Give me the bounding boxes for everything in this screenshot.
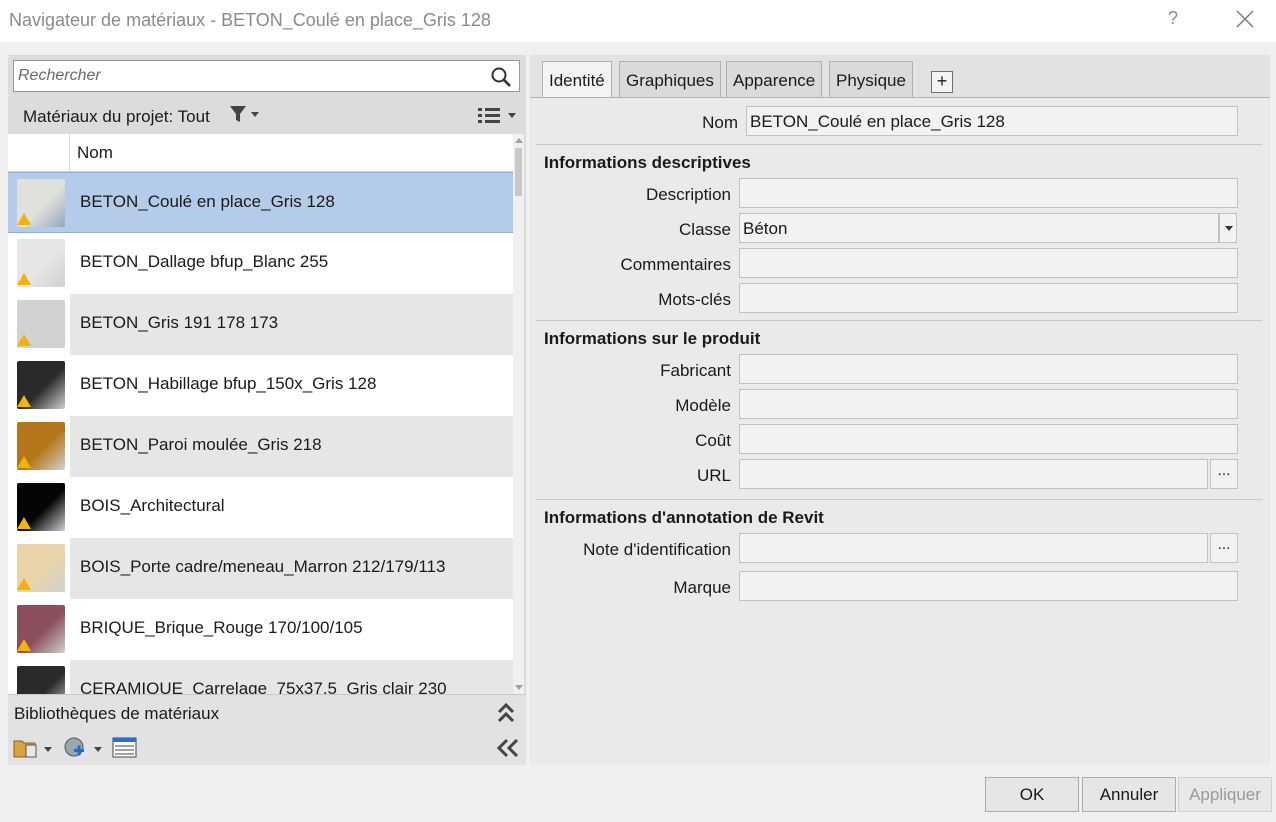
tab-apparence[interactable]: Apparence: [726, 61, 823, 97]
list-item[interactable]: BETON_Gris 191 178 173: [8, 294, 513, 355]
warning-icon: [17, 334, 31, 346]
cost-field[interactable]: [739, 424, 1238, 454]
scroll-down-icon[interactable]: [515, 685, 523, 690]
warning-icon: [17, 578, 31, 590]
list-item[interactable]: BETON_Coulé en place_Gris 128: [8, 172, 513, 233]
close-icon[interactable]: [1234, 4, 1256, 34]
search-placeholder: Rechercher: [18, 67, 101, 84]
materials-list: Nom BETON_Coulé en place_Gris 128 BETON_D…: [8, 134, 524, 694]
list-item[interactable]: BETON_Paroi moulée_Gris 218: [8, 416, 513, 477]
list-item[interactable]: BRIQUE_Brique_Rouge 170/100/105: [8, 599, 513, 660]
list-item[interactable]: BOIS_Architectural: [8, 477, 513, 538]
product-section-title: Informations sur le produit: [544, 329, 761, 348]
project-materials-label: Matériaux du projet: Tout: [23, 107, 210, 126]
tab-physique[interactable]: Physique: [829, 61, 913, 97]
add-material-icon[interactable]: [63, 736, 105, 765]
warning-icon: [17, 517, 31, 529]
search-icon[interactable]: [489, 65, 513, 89]
editor-panel-icon[interactable]: [112, 736, 138, 765]
description-label: Description: [645, 185, 731, 204]
scrollbar-thumb[interactable]: [515, 148, 522, 196]
editor-panel: Identité Graphiques Apparence Physique +…: [530, 55, 1270, 765]
url-field[interactable]: [739, 459, 1208, 489]
help-button[interactable]: ?: [1168, 8, 1178, 29]
divider: [536, 144, 1262, 145]
keywords-field[interactable]: [739, 283, 1238, 313]
list-item[interactable]: CERAMIQUE_Carrelage_75x37.5_Gris clair 2…: [8, 660, 513, 694]
warning-icon: [17, 456, 31, 468]
mark-label: Marque: [673, 578, 731, 597]
keynote-label: Note d'identification: [583, 540, 731, 559]
material-thumbnail: [17, 666, 65, 694]
material-name: BOIS_Architectural: [80, 496, 225, 515]
column-separator: [69, 134, 70, 172]
library-toolbar: [8, 730, 526, 765]
cancel-button[interactable]: Annuler: [1082, 777, 1176, 812]
apply-button[interactable]: Appliquer: [1178, 777, 1272, 812]
model-label: Modèle: [675, 396, 731, 415]
url-browse-button[interactable]: ...: [1210, 459, 1238, 489]
model-field[interactable]: [739, 389, 1238, 419]
keynote-browse-button[interactable]: ...: [1210, 533, 1238, 563]
ok-button[interactable]: OK: [985, 777, 1079, 812]
material-name: BETON_Dallage bfup_Blanc 255: [80, 252, 329, 271]
class-label: Classe: [679, 220, 731, 239]
list-item[interactable]: BOIS_Porte cadre/meneau_Marron 212/179/1…: [8, 538, 513, 599]
annotation-section-title: Informations d'annotation de Revit: [544, 508, 824, 527]
divider: [536, 499, 1262, 500]
comments-field[interactable]: [739, 248, 1238, 278]
library-bar: Bibliothèques de matériaux: [8, 694, 526, 730]
list-item[interactable]: BETON_Dallage bfup_Blanc 255: [8, 233, 513, 294]
add-tab-button[interactable]: +: [931, 71, 953, 93]
tab-graphiques[interactable]: Graphiques: [619, 61, 721, 97]
material-name: BETON_Paroi moulée_Gris 218: [80, 435, 322, 454]
list-rows: BETON_Coulé en place_Gris 128 BETON_Dalla…: [8, 172, 513, 694]
material-name: BETON_Coulé en place_Gris 128: [80, 192, 335, 211]
description-field[interactable]: [739, 178, 1238, 208]
identity-form: Nom BETON_Coulé en place_Gris 128 Inform…: [530, 97, 1270, 765]
material-name: BRIQUE_Brique_Rouge 170/100/105: [80, 618, 363, 637]
comments-label: Commentaires: [620, 255, 731, 274]
window-title: Navigateur de matériaux - BETON_Coulé en…: [9, 10, 491, 30]
materials-panel: Rechercher Matériaux du projet: Tout Nom…: [8, 55, 526, 765]
name-column-header[interactable]: Nom: [77, 143, 113, 163]
url-label: URL: [696, 466, 731, 485]
chevron-down-icon[interactable]: [1219, 213, 1237, 243]
list-scrollbar[interactable]: [513, 134, 524, 694]
filter-icon[interactable]: [229, 105, 265, 130]
material-name: BETON_Habillage bfup_150x_Gris 128: [80, 374, 377, 393]
project-materials-bar: Matériaux du projet: Tout: [8, 97, 526, 135]
expand-up-icon[interactable]: [496, 701, 516, 730]
list-view-icon[interactable]: [477, 106, 519, 131]
mark-field[interactable]: [739, 571, 1238, 601]
collapse-left-icon[interactable]: [496, 738, 520, 763]
scroll-up-icon[interactable]: [515, 138, 523, 143]
cost-label: Coût: [695, 431, 731, 450]
search-input[interactable]: Rechercher: [13, 60, 520, 92]
divider: [536, 320, 1262, 321]
list-item[interactable]: BETON_Habillage bfup_150x_Gris 128: [8, 355, 513, 416]
keynote-field[interactable]: [739, 533, 1208, 563]
warning-icon: [17, 639, 31, 651]
name-field[interactable]: BETON_Coulé en place_Gris 128: [746, 106, 1238, 136]
tab-identite[interactable]: Identité: [542, 61, 612, 99]
warning-icon: [17, 273, 31, 285]
library-label: Bibliothèques de matériaux: [14, 704, 220, 723]
class-select[interactable]: Béton: [739, 213, 1219, 243]
material-name: CERAMIQUE_Carrelage_75x37.5_Gris clair 2…: [80, 679, 447, 694]
warning-icon: [17, 395, 31, 407]
manufacturer-label: Fabricant: [660, 361, 731, 380]
name-label: Nom: [702, 113, 738, 132]
descriptive-section-title: Informations descriptives: [544, 153, 751, 172]
warning-icon: [17, 213, 31, 225]
title-bar: Navigateur de matériaux - BETON_Coulé en…: [0, 0, 1276, 42]
list-header: Nom: [8, 134, 513, 172]
material-name: BOIS_Porte cadre/meneau_Marron 212/179/1…: [80, 557, 446, 576]
open-library-icon[interactable]: [13, 736, 55, 765]
material-name: BETON_Gris 191 178 173: [80, 313, 279, 332]
keywords-label: Mots-clés: [658, 290, 731, 309]
manufacturer-field[interactable]: [739, 354, 1238, 384]
